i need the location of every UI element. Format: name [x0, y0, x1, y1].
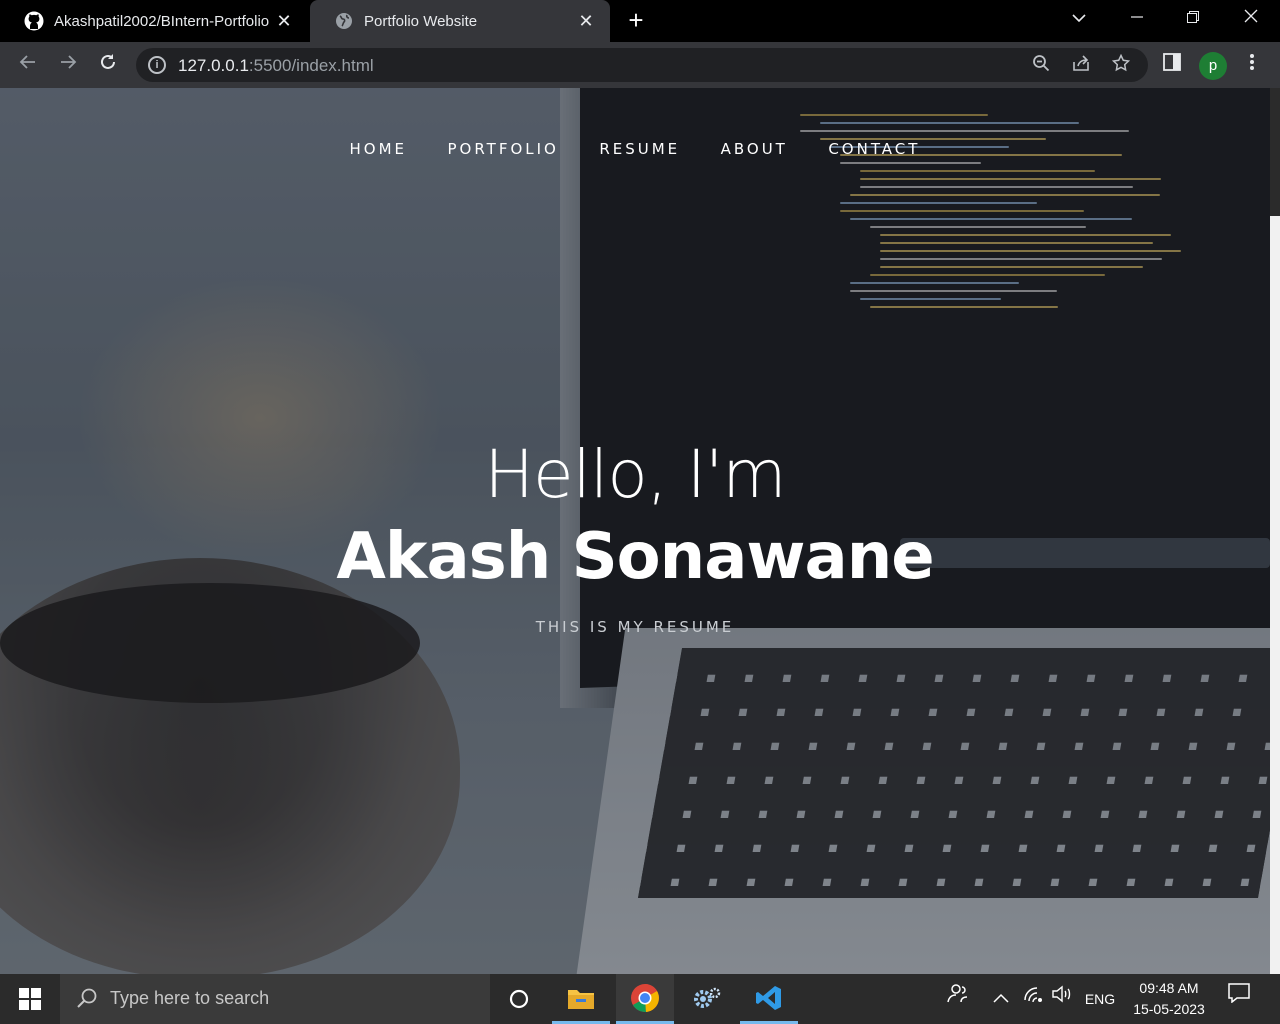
hero-greeting: Hello, I'm	[484, 436, 786, 513]
clock-date: 15-05-2023	[1133, 1001, 1205, 1017]
search-placeholder: Type here to search	[110, 988, 270, 1008]
nav-resume[interactable]: RESUME	[599, 140, 680, 158]
notification-center-icon[interactable]	[1226, 974, 1252, 1024]
tab-title: Portfolio Website	[364, 12, 478, 30]
language-indicator[interactable]: ENG	[1082, 974, 1118, 1024]
file-explorer-button[interactable]	[552, 974, 610, 1024]
main-nav: HOME PORTFOLIO RESUME ABOUT CONTACT	[0, 140, 1270, 159]
taskbar-clock[interactable]: 09:48 AM 15-05-2023	[1124, 978, 1214, 1020]
wifi-icon[interactable]	[1022, 974, 1044, 1024]
nav-contact[interactable]: CONTACT	[828, 140, 920, 158]
gear-icon	[694, 987, 721, 1008]
windows-start-button[interactable]	[0, 974, 60, 1024]
new-tab-button[interactable]: +	[622, 7, 650, 34]
forward-button[interactable]	[54, 51, 82, 79]
tab-title: Akashpatil2002/BIntern-Portfolio	[54, 12, 270, 30]
tab-search-chevron-icon[interactable]	[1050, 0, 1108, 38]
scrollbar-thumb[interactable]	[1270, 216, 1280, 974]
nav-about[interactable]: ABOUT	[721, 140, 788, 158]
share-icon[interactable]	[1070, 54, 1092, 76]
zoom-icon[interactable]	[1030, 54, 1052, 76]
nav-home[interactable]: HOME	[350, 140, 408, 158]
tab-github[interactable]: Akashpatil2002/BIntern-Portfolio ✕	[0, 0, 308, 42]
tab-strip: Akashpatil2002/BIntern-Portfolio ✕ Portf…	[0, 0, 1280, 42]
search-icon	[76, 987, 98, 1009]
people-icon[interactable]	[944, 974, 972, 1024]
volume-icon[interactable]	[1050, 974, 1074, 1024]
close-tab-icon[interactable]: ✕	[576, 11, 596, 31]
tab-portfolio[interactable]: Portfolio Website ✕	[310, 0, 610, 42]
back-button[interactable]	[14, 51, 42, 79]
bookmark-star-icon[interactable]	[1110, 53, 1132, 76]
page-viewport: HOME PORTFOLIO RESUME ABOUT CONTACT Hell…	[0, 88, 1270, 974]
menu-kebab-icon[interactable]	[1238, 51, 1266, 79]
site-info-icon[interactable]: i	[148, 56, 166, 74]
chrome-button[interactable]	[616, 974, 674, 1024]
folder-icon	[568, 989, 594, 1009]
windows-taskbar: Type here to search ENG 09:48 AM 15-05-2…	[0, 974, 1280, 1024]
windows-logo-icon	[19, 988, 41, 1010]
vscode-icon	[756, 985, 781, 1010]
show-hidden-icons-chevron-icon[interactable]	[990, 974, 1012, 1024]
cortana-circle-icon	[509, 989, 529, 1009]
nav-portfolio[interactable]: PORTFOLIO	[448, 140, 559, 158]
minimize-button[interactable]	[1108, 0, 1166, 38]
address-bar[interactable]: i 127.0.0.1:5500/index.html	[136, 48, 1148, 82]
settings-app-button[interactable]	[678, 974, 736, 1024]
side-panel-icon[interactable]	[1158, 51, 1186, 79]
cortana-button[interactable]	[490, 974, 548, 1024]
profile-avatar[interactable]: p	[1199, 52, 1227, 80]
close-tab-icon[interactable]: ✕	[274, 11, 294, 31]
taskbar-search-box[interactable]: Type here to search	[60, 974, 490, 1024]
reload-button[interactable]	[94, 51, 122, 79]
browser-toolbar: i 127.0.0.1:5500/index.html	[0, 42, 1280, 88]
chrome-icon	[631, 983, 659, 1012]
close-window-button[interactable]	[1222, 0, 1280, 38]
hero-tagline: THIS IS MY RESUME	[535, 618, 735, 636]
vscode-button[interactable]	[740, 974, 798, 1024]
restore-button[interactable]	[1164, 0, 1222, 38]
globe-icon	[334, 11, 354, 31]
hero-name: Akash Sonawane	[336, 520, 934, 594]
clock-time: 09:48 AM	[1139, 980, 1199, 996]
url-text: 127.0.0.1:5500/index.html	[178, 56, 374, 75]
github-icon	[24, 11, 44, 31]
